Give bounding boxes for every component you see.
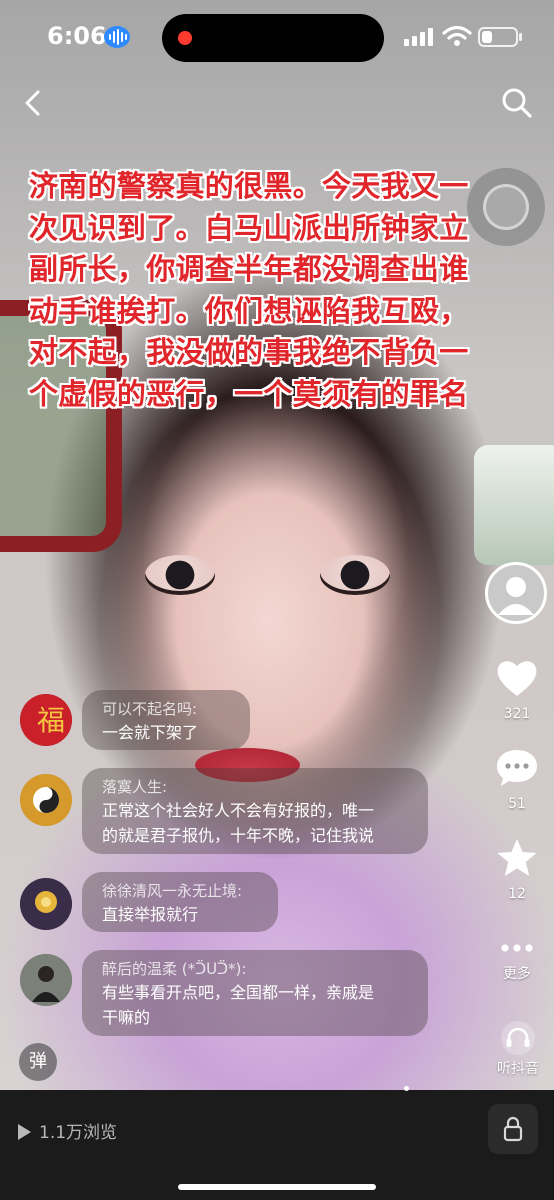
- battery-cap: [519, 33, 522, 41]
- view-count-label: 1.1万浏览: [39, 1123, 118, 1143]
- video-frame[interactable]: [0, 0, 554, 1090]
- battery-icon: [478, 27, 518, 47]
- gold-flower-icon: [20, 878, 72, 930]
- svg-text:福: 福: [37, 704, 65, 737]
- assistive-touch-inner: [483, 184, 529, 230]
- commenter-name: 徐徐清风一永无止境:: [102, 882, 243, 900]
- comment-text-line: 干嘛的: [102, 1008, 151, 1027]
- dynamic-island: [162, 14, 384, 62]
- video-caption: 济南的警察真的很黑。今天我又一 次见识到了。白马山派出所钟家立 副所长，你调查半…: [29, 166, 479, 415]
- audio-recording-icon: [104, 26, 130, 48]
- more-label: 更多: [503, 966, 531, 982]
- comment-text: 直接举报就行: [102, 905, 199, 924]
- comment-text-line: 的就是君子报仇，十年不晚，记住我说: [102, 826, 375, 845]
- comment-bubble: 落寞人生: 正常这个社会好人不会有好报的，唯一 的就是君子报仇，十年不晚，记住我…: [82, 768, 428, 854]
- caption-line: 次见识到了。白马山派出所钟家立: [29, 210, 469, 245]
- star-icon: [497, 839, 537, 876]
- caption-line: 济南的警察真的很黑。今天我又一: [29, 169, 469, 203]
- lock-icon: [503, 1116, 523, 1142]
- more-dots-icon: [501, 944, 533, 952]
- comment-icon: [497, 750, 537, 786]
- commenter-name: 落寞人生:: [102, 778, 168, 796]
- comment-bubble: 醉后的温柔 (*ᑒᑌᑒ*): 有些事看开点吧，全国都一样，亲戚是 干嘛的: [82, 950, 428, 1036]
- view-count[interactable]: 1.1万浏览: [18, 1118, 117, 1143]
- headphones-icon: [501, 1021, 535, 1055]
- comment-text: 一会就下架了: [102, 723, 199, 742]
- commenter-avatar: 福: [20, 694, 72, 746]
- comment-button[interactable]: 51: [485, 748, 549, 812]
- right-eye: [320, 555, 390, 595]
- favorite-button[interactable]: 12: [485, 838, 549, 902]
- commenter-avatar: [20, 878, 72, 930]
- commenter-avatar: [20, 954, 72, 1006]
- face-eyes: [145, 545, 405, 605]
- chevron-left-icon[interactable]: [16, 86, 50, 120]
- comment-bubble: 可以不起名吗: 一会就下架了: [82, 690, 250, 750]
- left-eye: [145, 555, 215, 595]
- favorite-count: 12: [508, 886, 526, 902]
- caption-line: 动手谁挨打。你们想诬陷我互殴，: [29, 293, 469, 328]
- home-indicator: [178, 1184, 376, 1190]
- status-time: 6:06: [47, 22, 107, 50]
- lock-button[interactable]: [488, 1104, 538, 1154]
- status-bar: 6:06: [0, 0, 554, 76]
- like-count: 321: [503, 706, 531, 722]
- danmu-toggle-button[interactable]: 弹: [18, 1042, 58, 1082]
- progress-indicator: [404, 1086, 409, 1091]
- comment-count: 51: [508, 796, 526, 812]
- search-icon[interactable]: [500, 86, 534, 120]
- play-icon: [18, 1124, 31, 1140]
- flag-badge-icon: 福: [20, 694, 72, 746]
- recording-dot-icon: [178, 31, 192, 45]
- heart-icon: [497, 661, 537, 696]
- commenter-name: 醉后的温柔 (*ᑒᑌᑒ*):: [102, 960, 247, 978]
- battery-level: [482, 31, 492, 43]
- comment-text-line: 有些事看开点吧，全国都一样，亲戚是: [102, 983, 375, 1002]
- person-photo-icon: [20, 954, 72, 1006]
- car-window-right: [474, 445, 554, 565]
- cellular-signal-icon: [404, 28, 433, 46]
- caption-line: 副所长，你调查半年都没调查出谁: [29, 252, 469, 286]
- caption-line: 个虚假的恶行，一个莫须有的罪名: [29, 376, 469, 411]
- listen-douyin-button[interactable]: 听抖音: [490, 1020, 546, 1077]
- wifi-icon: [442, 25, 472, 46]
- default-avatar-icon: [498, 577, 534, 615]
- like-button[interactable]: 321: [485, 658, 549, 722]
- comment-text-line: 正常这个社会好人不会有好报的，唯一: [102, 801, 375, 820]
- more-button[interactable]: 更多: [485, 940, 549, 983]
- commenter-avatar: [20, 774, 72, 826]
- commenter-name: 可以不起名吗:: [102, 700, 198, 718]
- listen-label: 听抖音: [497, 1061, 539, 1077]
- author-avatar[interactable]: [485, 562, 547, 624]
- yin-yang-icon: [20, 774, 72, 826]
- caption-line: 对不起，我没做的事我绝不背负一: [29, 335, 469, 369]
- comment-bubble: 徐徐清风一永无止境: 直接举报就行: [82, 872, 278, 932]
